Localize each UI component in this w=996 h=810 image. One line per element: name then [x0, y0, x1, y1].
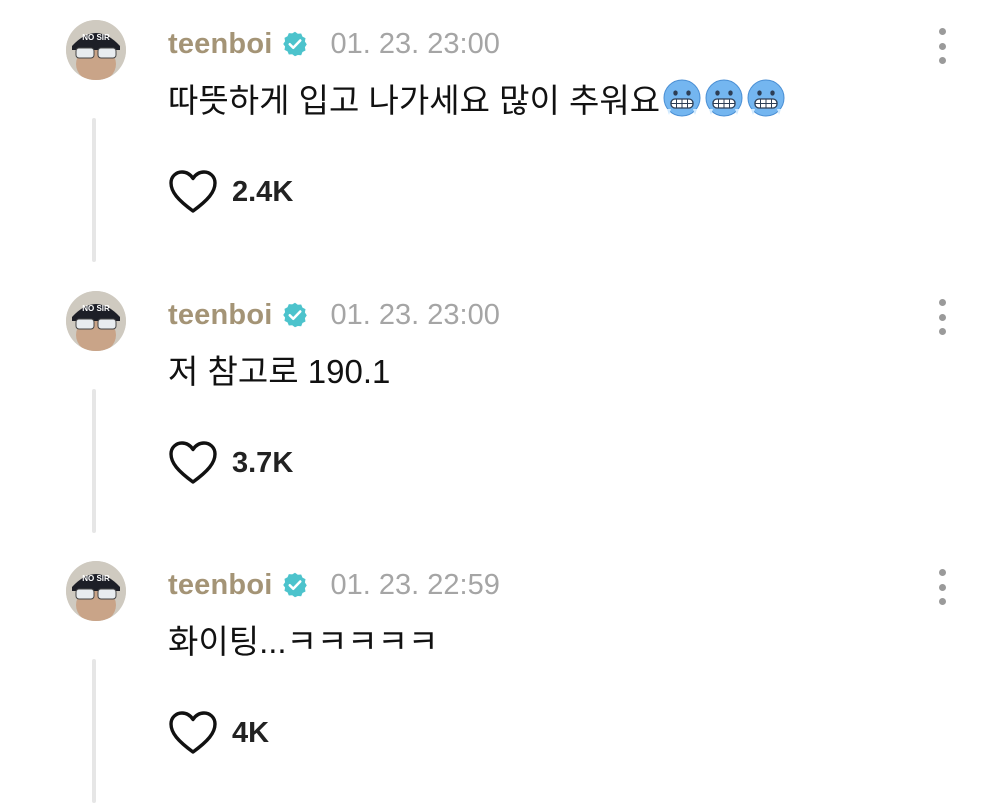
comment-header: teenboi 01. 23. 23:00 — [168, 26, 500, 62]
cold-face-emoji-icon — [747, 79, 785, 117]
heart-outline-icon[interactable] — [168, 440, 218, 486]
more-dot — [938, 57, 946, 64]
verified-badge-icon — [282, 31, 307, 57]
like-count: 4K — [232, 716, 270, 749]
svg-text:NO SIR: NO SIR — [82, 574, 110, 583]
more-vertical-icon[interactable] — [932, 569, 952, 605]
like-count: 3.7K — [232, 446, 294, 479]
avatar[interactable]: NO SIR — [66, 291, 126, 351]
thread-line — [92, 659, 96, 803]
more-dot — [938, 328, 946, 335]
like-count: 2.4K — [232, 175, 294, 208]
comment-text-content: 화이팅...ㅋㅋㅋㅋㅋ — [168, 623, 439, 660]
more-dot — [938, 299, 946, 306]
more-dot — [938, 313, 946, 321]
comment-header: teenboi 01. 23. 23:00 — [168, 297, 500, 333]
timestamp: 01. 23. 23:00 — [330, 298, 500, 331]
avatar-image: NO SIR — [66, 20, 126, 80]
comment-post: NO SIR teenboi 01. 23. 22:59 화이팅...ㅋㅋㅋㅋㅋ… — [0, 541, 996, 810]
comment-text: 화이팅...ㅋㅋㅋㅋㅋ — [168, 615, 438, 663]
comment-text: 따뜻하게 입고 나가세요 많이 추워요 — [168, 74, 786, 122]
comment-post: NO SIR teenboi 01. 23. 23:00 저 참고로 190.1… — [0, 271, 996, 541]
username[interactable]: teenboi — [168, 28, 273, 61]
like-row: 4K — [168, 707, 269, 759]
comment-text: 저 참고로 190.1 — [168, 345, 390, 393]
like-row: 2.4K — [168, 166, 293, 218]
heart-outline-icon[interactable] — [168, 169, 218, 215]
more-dot — [938, 42, 946, 50]
heart-outline-icon[interactable] — [168, 710, 218, 756]
timestamp: 01. 23. 23:00 — [330, 27, 500, 60]
username[interactable]: teenboi — [168, 299, 273, 332]
comment-header: teenboi 01. 23. 22:59 — [168, 567, 500, 603]
username[interactable]: teenboi — [168, 569, 273, 602]
more-dot — [938, 583, 946, 591]
verified-badge-icon — [282, 572, 307, 598]
svg-text:NO SIR: NO SIR — [82, 33, 110, 42]
timestamp: 01. 23. 22:59 — [330, 568, 500, 601]
more-dot — [938, 569, 946, 576]
thread-line — [92, 389, 96, 533]
svg-text:NO SIR: NO SIR — [82, 304, 110, 313]
cold-face-emoji-icon — [663, 79, 701, 117]
avatar-image: NO SIR — [66, 561, 126, 621]
more-dot — [938, 28, 946, 35]
more-vertical-icon[interactable] — [932, 28, 952, 64]
cold-face-emoji-icon — [705, 79, 743, 117]
comment-feed: NO SIR teenboi 01. 23. 23:00 따뜻하게 입고 나가세… — [0, 0, 996, 810]
avatar[interactable]: NO SIR — [66, 20, 126, 80]
comment-text-content: 따뜻하게 입고 나가세요 많이 추워요 — [168, 82, 661, 119]
verified-badge-icon — [282, 302, 307, 328]
avatar-image: NO SIR — [66, 291, 126, 351]
more-dot — [938, 598, 946, 605]
comment-text-content: 저 참고로 190.1 — [168, 353, 391, 390]
more-vertical-icon[interactable] — [932, 299, 952, 335]
like-row: 3.7K — [168, 437, 293, 489]
avatar[interactable]: NO SIR — [66, 561, 126, 621]
thread-line — [92, 118, 96, 262]
comment-post: NO SIR teenboi 01. 23. 23:00 따뜻하게 입고 나가세… — [0, 0, 996, 270]
